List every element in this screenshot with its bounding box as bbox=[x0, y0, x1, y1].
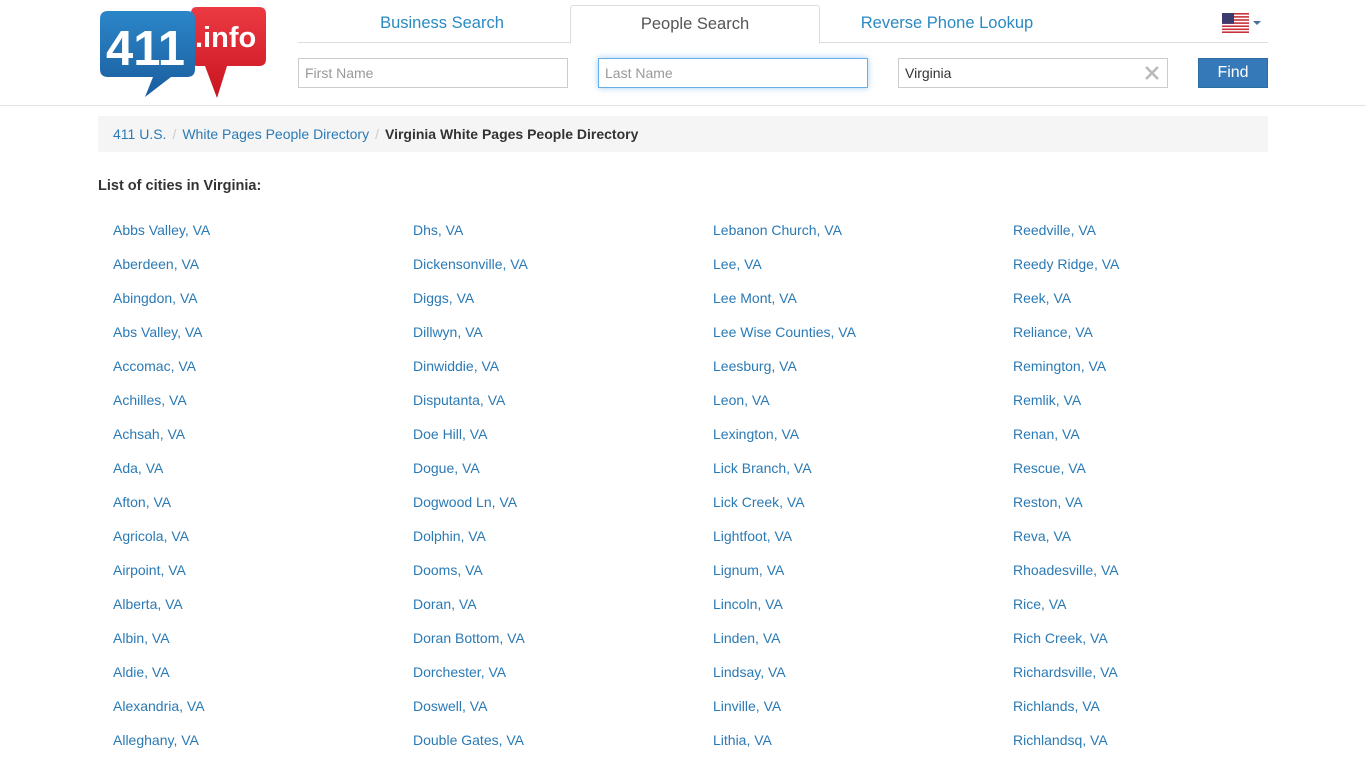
city-link[interactable]: Abbs Valley, VA bbox=[98, 221, 398, 255]
city-link[interactable]: Abs Valley, VA bbox=[98, 323, 398, 357]
city-link[interactable]: Reek, VA bbox=[998, 289, 1298, 323]
city-link[interactable]: Albin, VA bbox=[98, 629, 398, 663]
city-link[interactable]: Renan, VA bbox=[998, 425, 1298, 459]
city-link[interactable]: Lindsay, VA bbox=[698, 663, 998, 697]
city-link[interactable]: Lick Creek, VA bbox=[698, 493, 998, 527]
city-link[interactable]: Alexandria, VA bbox=[98, 697, 398, 731]
breadcrumb-separator: / bbox=[172, 126, 177, 142]
logo-info-text: .info bbox=[195, 22, 256, 54]
city-column-3: Lebanon Church, VA Lee, VA Lee Mont, VA Lee… bbox=[698, 221, 998, 765]
city-link[interactable]: Leon, VA bbox=[698, 391, 998, 425]
city-link[interactable]: Remlik, VA bbox=[998, 391, 1298, 425]
city-link[interactable]: Abingdon, VA bbox=[98, 289, 398, 323]
city-link[interactable]: Dorchester, VA bbox=[398, 663, 698, 697]
city-link[interactable]: Diggs, VA bbox=[398, 289, 698, 323]
city-link[interactable]: Rescue, VA bbox=[998, 459, 1298, 493]
city-link[interactable]: Reva, VA bbox=[998, 527, 1298, 561]
city-link[interactable]: Rich Creek, VA bbox=[998, 629, 1298, 663]
breadcrumb: 411 U.S. / White Pages People Directory / Vi… bbox=[98, 116, 1268, 152]
city-link[interactable]: Ada, VA bbox=[98, 459, 398, 493]
city-link[interactable]: Alberta, VA bbox=[98, 595, 398, 629]
city-link[interactable]: Dolphin, VA bbox=[398, 527, 698, 561]
us-flag-icon bbox=[1222, 13, 1249, 33]
city-link[interactable]: Lithia, VA bbox=[698, 731, 998, 765]
city-link[interactable]: Double Gates, VA bbox=[398, 731, 698, 765]
first-name-input[interactable] bbox=[298, 58, 568, 88]
city-link[interactable]: Linville, VA bbox=[698, 697, 998, 731]
city-link[interactable]: Dooms, VA bbox=[398, 561, 698, 595]
city-link[interactable]: Lick Branch, VA bbox=[698, 459, 998, 493]
last-name-input[interactable] bbox=[598, 58, 868, 88]
search-tabs: Business Search People Search Reverse Ph… bbox=[298, 5, 1268, 44]
tab-business-search[interactable]: Business Search bbox=[318, 5, 566, 43]
city-link[interactable]: Lignum, VA bbox=[698, 561, 998, 595]
city-link[interactable]: Lincoln, VA bbox=[698, 595, 998, 629]
city-link[interactable]: Dillwyn, VA bbox=[398, 323, 698, 357]
city-link[interactable]: Reston, VA bbox=[998, 493, 1298, 527]
find-button[interactable]: Find bbox=[1198, 58, 1268, 88]
tab-people-search[interactable]: People Search bbox=[570, 5, 820, 44]
city-link[interactable]: Doran, VA bbox=[398, 595, 698, 629]
city-link[interactable]: Aldie, VA bbox=[98, 663, 398, 697]
city-link[interactable]: Dinwiddie, VA bbox=[398, 357, 698, 391]
city-column-2: Dhs, VA Dickensonville, VA Diggs, VA Dillwy… bbox=[398, 221, 698, 765]
city-link[interactable]: Dhs, VA bbox=[398, 221, 698, 255]
city-link[interactable]: Leesburg, VA bbox=[698, 357, 998, 391]
city-link[interactable]: Dickensonville, VA bbox=[398, 255, 698, 289]
chevron-down-icon bbox=[1253, 21, 1261, 25]
tab-reverse-phone-lookup[interactable]: Reverse Phone Lookup bbox=[822, 5, 1072, 43]
city-link[interactable]: Lee, VA bbox=[698, 255, 998, 289]
city-link[interactable]: Richlandsq, VA bbox=[998, 731, 1298, 765]
city-link[interactable]: Richlands, VA bbox=[998, 697, 1298, 731]
location-input[interactable] bbox=[898, 58, 1168, 88]
city-link[interactable]: Dogwood Ln, VA bbox=[398, 493, 698, 527]
city-link[interactable]: Doe Hill, VA bbox=[398, 425, 698, 459]
breadcrumb-current: Virginia White Pages People Directory bbox=[384, 126, 639, 142]
city-link[interactable]: Rhoadesville, VA bbox=[998, 561, 1298, 595]
city-column-4: Reedville, VA Reedy Ridge, VA Reek, VA Reli… bbox=[998, 221, 1298, 765]
city-link[interactable]: Disputanta, VA bbox=[398, 391, 698, 425]
city-link[interactable]: Aberdeen, VA bbox=[98, 255, 398, 289]
city-link[interactable]: Lightfoot, VA bbox=[698, 527, 998, 561]
city-link[interactable]: Lee Wise Counties, VA bbox=[698, 323, 998, 357]
411-info-logo[interactable]: 411 .info bbox=[99, 5, 267, 99]
clear-location-icon[interactable] bbox=[1142, 63, 1162, 83]
city-column-1: Abbs Valley, VA Aberdeen, VA Abingdon, VA A… bbox=[98, 221, 398, 765]
country-selector[interactable] bbox=[1222, 13, 1262, 33]
city-link[interactable]: Achsah, VA bbox=[98, 425, 398, 459]
city-link[interactable]: Lexington, VA bbox=[698, 425, 998, 459]
city-link[interactable]: Reedville, VA bbox=[998, 221, 1298, 255]
city-link[interactable]: Doran Bottom, VA bbox=[398, 629, 698, 663]
city-link[interactable]: Doswell, VA bbox=[398, 697, 698, 731]
site-header: 411 .info Business Search People Search … bbox=[0, 0, 1366, 106]
city-link[interactable]: Reliance, VA bbox=[998, 323, 1298, 357]
city-link[interactable]: Airpoint, VA bbox=[98, 561, 398, 595]
breadcrumb-separator: / bbox=[375, 126, 379, 142]
list-title: List of cities in Virginia: bbox=[98, 178, 262, 194]
city-link[interactable]: Agricola, VA bbox=[98, 527, 398, 561]
city-link[interactable]: Reedy Ridge, VA bbox=[998, 255, 1298, 289]
city-link[interactable]: Achilles, VA bbox=[98, 391, 398, 425]
logo-411-text: 411 bbox=[106, 22, 185, 76]
breadcrumb-411-us[interactable]: 411 U.S. bbox=[113, 126, 166, 142]
city-link[interactable]: Accomac, VA bbox=[98, 357, 398, 391]
city-link[interactable]: Afton, VA bbox=[98, 493, 398, 527]
city-link[interactable]: Lee Mont, VA bbox=[698, 289, 998, 323]
city-link[interactable]: Remington, VA bbox=[998, 357, 1298, 391]
city-link[interactable]: Rice, VA bbox=[998, 595, 1298, 629]
city-link[interactable]: Alleghany, VA bbox=[98, 731, 398, 765]
city-link[interactable]: Lebanon Church, VA bbox=[698, 221, 998, 255]
city-link[interactable]: Richardsville, VA bbox=[998, 663, 1298, 697]
breadcrumb-white-pages[interactable]: White Pages People Directory bbox=[182, 126, 369, 142]
city-link[interactable]: Linden, VA bbox=[698, 629, 998, 663]
city-link[interactable]: Dogue, VA bbox=[398, 459, 698, 493]
